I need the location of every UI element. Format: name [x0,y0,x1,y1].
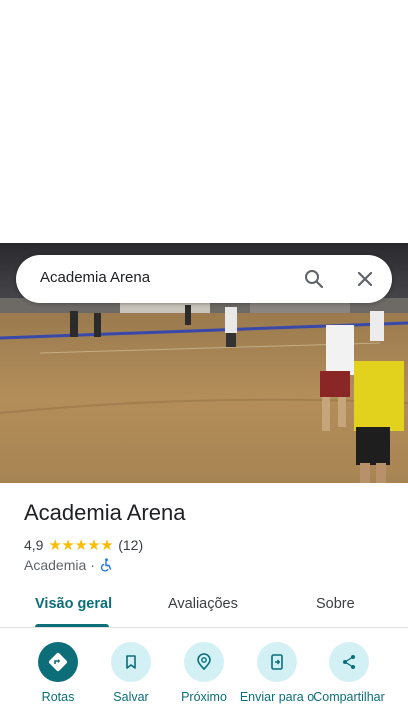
category-row: Academia · [24,556,113,574]
share-label: Compartilhar [313,690,385,704]
nearby-label: Próximo [181,690,227,704]
nearby-button[interactable]: Próximo [164,640,244,705]
bookmark-icon [111,642,151,682]
directions-button[interactable]: Rotas [18,640,98,705]
directions-label: Rotas [41,690,75,704]
tab-overview[interactable]: Visão geral [35,596,112,612]
search-bar[interactable]: Academia Arena [16,255,392,303]
search-input[interactable]: Academia Arena [40,269,150,286]
directions-icon [38,642,78,682]
wheelchair-accessible-icon [99,558,113,572]
send-to-phone-label: Enviar para o [239,690,315,704]
separator: · [90,557,95,573]
review-count[interactable]: (12) [118,537,143,553]
rating-value: 4,9 [24,537,44,553]
share-icon [329,642,369,682]
send-to-phone-button[interactable]: Enviar para o [237,640,317,705]
tab-reviews[interactable]: Avaliações [168,596,238,612]
close-icon[interactable] [353,267,377,291]
rating-stars-icon: ★★★★★ [48,537,114,554]
place-title: Academia Arena [24,500,186,525]
divider [0,627,408,628]
save-label: Salvar [113,690,149,704]
place-category: Academia [24,557,87,573]
save-button[interactable]: Salvar [91,640,171,705]
search-icon[interactable] [302,267,326,291]
tab-about[interactable]: Sobre [316,596,355,612]
action-bar: Rotas Salvar Próximo Enviar para o Compa… [0,640,408,726]
tab-bar: Visão geral Avaliações Sobre [0,586,408,628]
nearby-icon [184,642,224,682]
share-button[interactable]: Compartilhar [309,640,389,705]
rating-row[interactable]: 4,9 ★★★★★ (12) [24,536,143,554]
send-to-phone-icon [257,642,297,682]
